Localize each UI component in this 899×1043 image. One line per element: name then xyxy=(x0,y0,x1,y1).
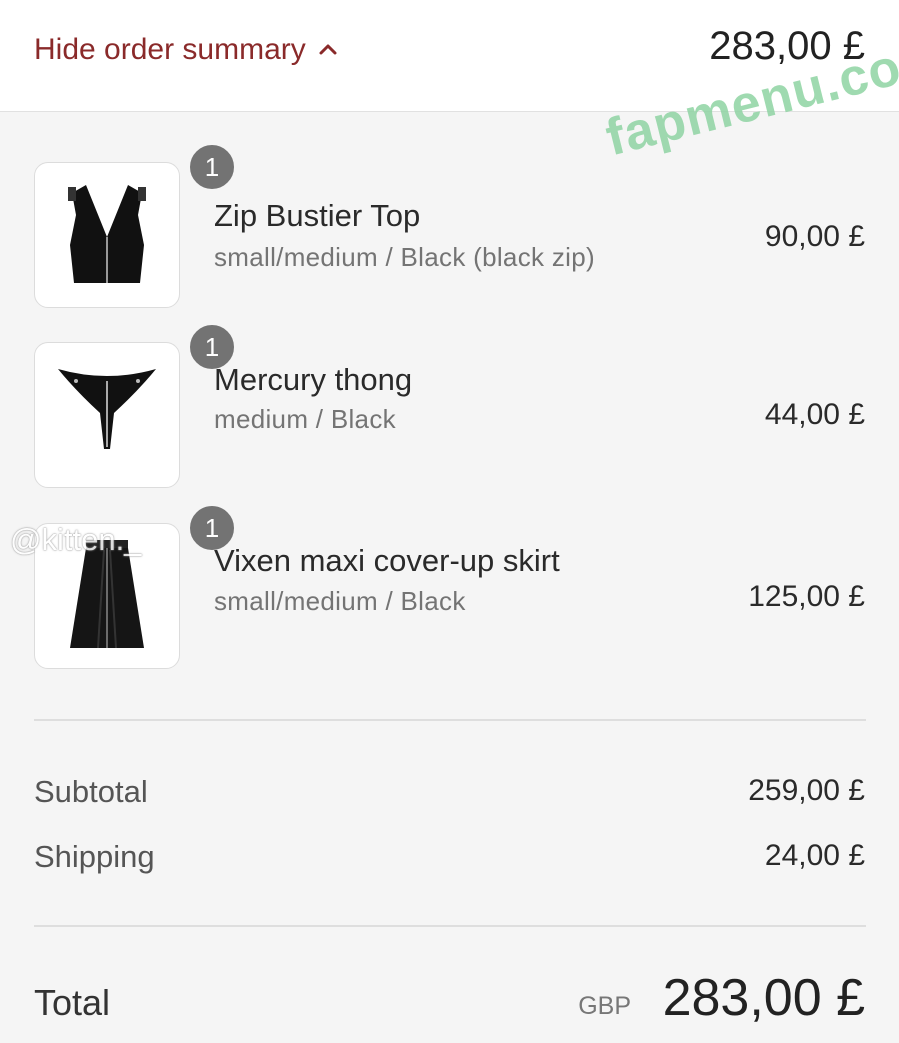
subtotal-label: Subtotal xyxy=(34,774,148,809)
shipping-value: 24,00 £ xyxy=(764,839,865,872)
chevron-up-icon[interactable] xyxy=(316,38,340,62)
product-thumbnail: 1 xyxy=(34,323,236,488)
product-thumbnail: 1 xyxy=(34,143,236,308)
divider xyxy=(34,719,866,721)
quantity-badge: 1 xyxy=(188,143,236,191)
subtotal-value: 259,00 £ xyxy=(748,774,865,807)
item-name: Mercury thong xyxy=(214,362,413,397)
total-currency: GBP xyxy=(578,992,631,1020)
total-label: Total xyxy=(34,982,111,1023)
thong-image xyxy=(58,369,156,449)
total-value: 283,00 £ xyxy=(662,969,865,1027)
line-item: 1 Mercury thong medium / Black 44,00 £ xyxy=(0,323,899,492)
order-summary-page: Hide order summary 283,00 £ 1 Zip Bustie… xyxy=(0,0,899,1043)
divider xyxy=(34,925,866,927)
item-price: 90,00 £ xyxy=(764,220,865,253)
item-name: Vixen maxi cover-up skirt xyxy=(214,543,560,578)
item-variant: small/medium / Black (black zip) xyxy=(214,242,595,272)
handle-watermark: @kitten._ xyxy=(10,522,142,557)
bustier-top-image xyxy=(68,185,146,283)
toggle-label[interactable]: Hide order summary xyxy=(34,33,306,67)
line-item: 1 Zip Bustier Top small/medium / Black (… xyxy=(0,143,899,312)
item-price: 44,00 £ xyxy=(764,398,865,431)
item-variant: small/medium / Black xyxy=(214,586,466,616)
item-variant: medium / Black xyxy=(214,404,396,434)
item-name: Zip Bustier Top xyxy=(214,198,421,233)
hide-order-summary-toggle[interactable]: Hide order summary xyxy=(34,30,340,70)
item-price: 125,00 £ xyxy=(748,580,865,613)
shipping-label: Shipping xyxy=(34,839,155,874)
